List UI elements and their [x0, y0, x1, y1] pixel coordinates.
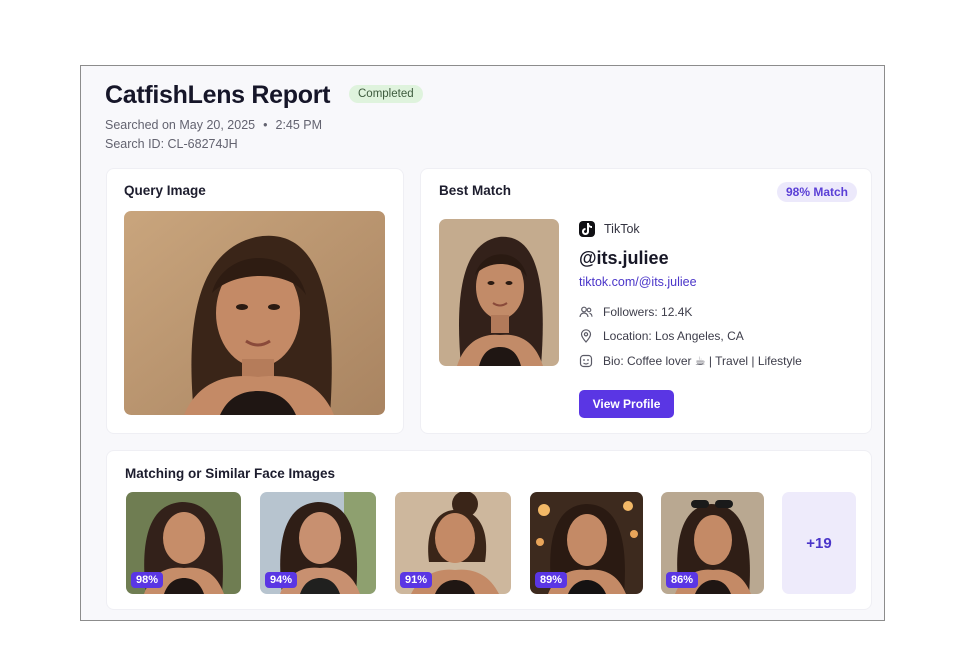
location-pin-icon: [580, 329, 592, 343]
users-icon: [579, 306, 593, 318]
separator-dot: •: [263, 118, 268, 132]
followers-count: Followers: 12.4K: [603, 305, 693, 319]
portrait-photo-icon: [124, 211, 385, 415]
match-percent-badge: 98%: [131, 572, 164, 588]
followers-row: Followers: 12.4K: [579, 305, 692, 319]
similar-face-thumb[interactable]: 94%: [260, 492, 376, 594]
bio-text: Bio: Coffee lover ☕ | Travel | Lifestyle: [603, 354, 802, 368]
bio-face-icon: [579, 354, 593, 368]
match-percent-badge: 91%: [400, 572, 433, 588]
tiktok-icon: [579, 221, 595, 237]
portrait-photo-icon: [439, 219, 559, 366]
search-time: 2:45 PM: [275, 118, 323, 132]
match-percent-badge: 86%: [666, 572, 699, 588]
platform-name: TikTok: [604, 222, 640, 236]
query-image[interactable]: [124, 211, 385, 415]
best-match-title: Best Match: [439, 183, 512, 198]
match-percent-badge: 89%: [535, 572, 568, 588]
match-score-badge: 98% Match: [776, 182, 857, 202]
platform-row: TikTok: [579, 221, 640, 237]
query-image-title: Query Image: [124, 183, 206, 198]
profile-handle: @its.juliee: [579, 248, 669, 268]
match-percent-badge: 94%: [265, 572, 298, 588]
search-date-row: Searched on May 20, 2025 • 2:45 PM: [105, 118, 322, 132]
similar-face-thumb[interactable]: 89%: [530, 492, 643, 594]
location-row: Location: Los Angeles, CA: [579, 329, 744, 343]
more-results-tile[interactable]: +19: [782, 492, 856, 594]
location-text: Location: Los Angeles, CA: [603, 329, 744, 343]
similar-face-thumb[interactable]: 86%: [661, 492, 764, 594]
similar-faces-title: Matching or Similar Face Images: [125, 466, 336, 481]
search-id: Search ID: CL-68274JH: [105, 137, 238, 151]
view-profile-button[interactable]: View Profile: [579, 390, 674, 418]
best-match-card: Best Match 98% Match TikTok @its.juliee …: [420, 168, 872, 434]
similar-face-thumb[interactable]: 91%: [395, 492, 511, 594]
profile-link[interactable]: tiktok.com/@its.juliee: [579, 275, 697, 289]
bio-row: Bio: Coffee lover ☕ | Travel | Lifestyle: [579, 354, 802, 368]
status-badge: Completed: [349, 85, 423, 103]
similar-face-thumb[interactable]: 98%: [126, 492, 241, 594]
page-title: CatfishLens Report: [105, 81, 331, 109]
report-window: CatfishLens Report Completed Searched on…: [80, 65, 885, 621]
best-match-image[interactable]: [439, 219, 559, 366]
search-date: Searched on May 20, 2025: [105, 118, 256, 132]
query-image-card: Query Image: [106, 168, 404, 434]
